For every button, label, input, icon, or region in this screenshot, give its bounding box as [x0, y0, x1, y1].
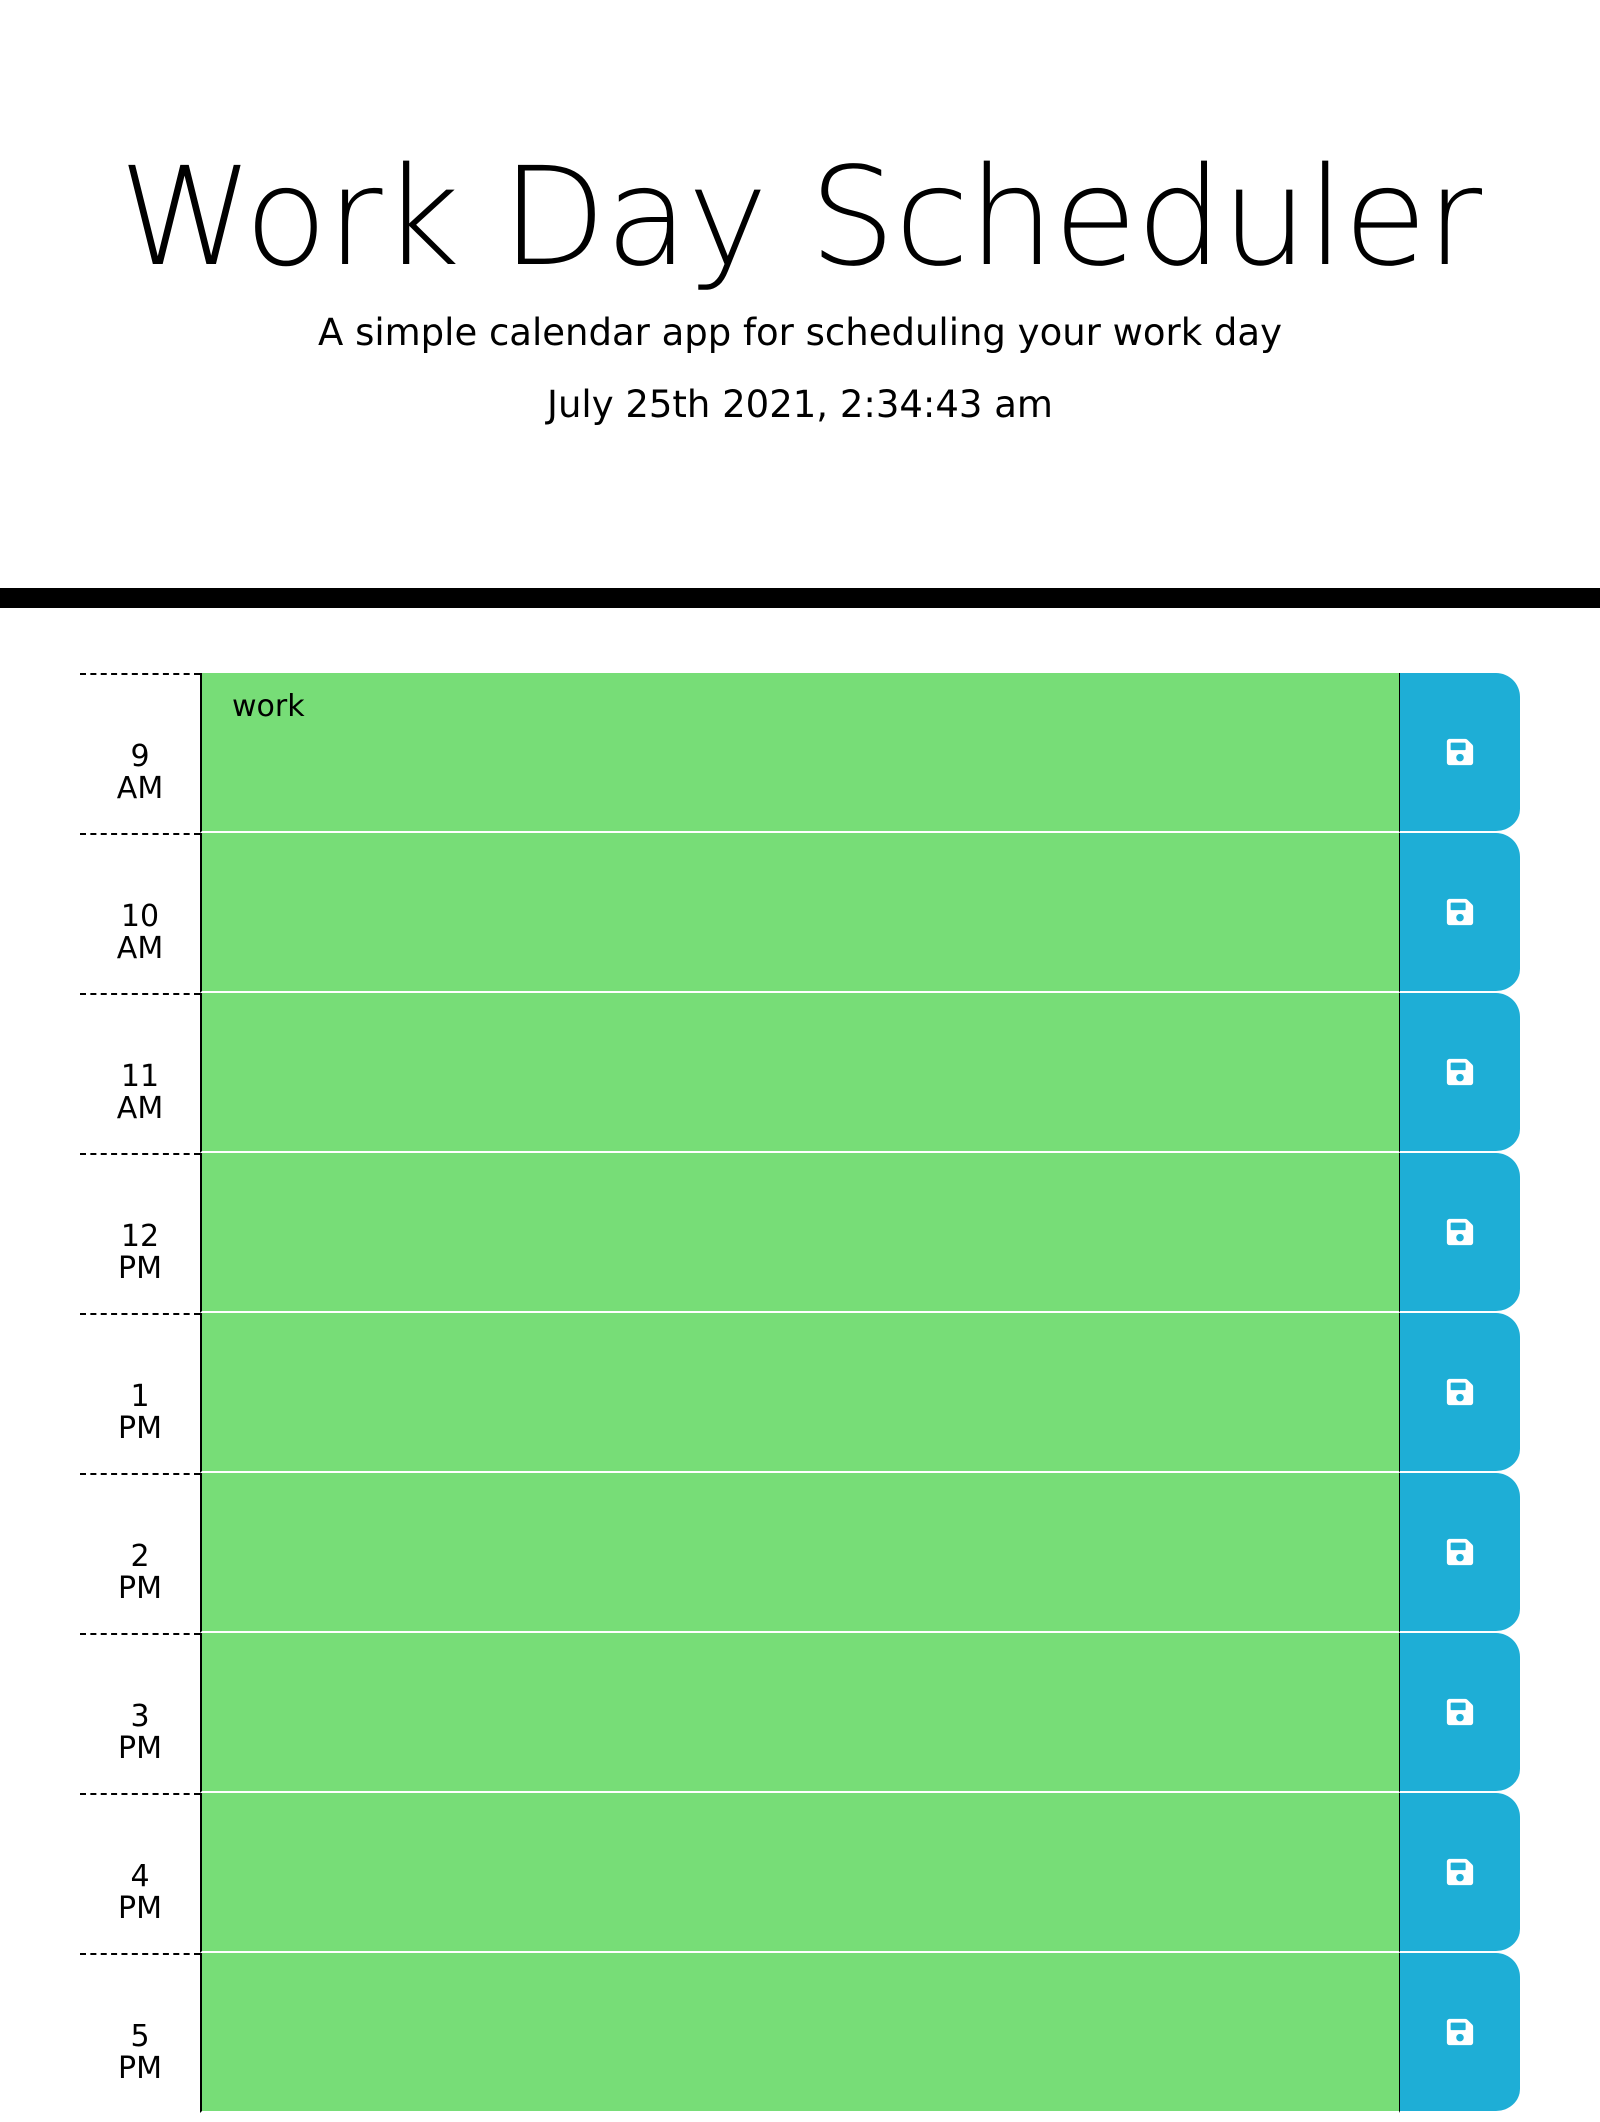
save-icon — [1446, 1538, 1474, 1566]
hour-period: PM — [118, 1411, 162, 1446]
time-block-11-am: 11 AM — [0, 993, 1600, 1153]
schedule-container: 9 AM work 10 AM 11 AM 12 PM 1 PM 2 PM 3 … — [0, 673, 1600, 2113]
time-block-5-pm: 5 PM — [0, 1953, 1600, 2113]
hour-label: 12 PM — [80, 1153, 200, 1313]
description-input[interactable] — [200, 1633, 1400, 1793]
hour-label: 5 PM — [80, 1953, 200, 2113]
hour-label: 2 PM — [80, 1473, 200, 1633]
hour-label: 9 AM — [80, 673, 200, 833]
hour-number: 5 — [130, 2019, 150, 2054]
hour-period: PM — [118, 1251, 162, 1286]
time-block-12-pm: 12 PM — [0, 1153, 1600, 1313]
time-block-10-am: 10 AM — [0, 833, 1600, 993]
save-button[interactable] — [1400, 1953, 1520, 2113]
time-block-4-pm: 4 PM — [0, 1793, 1600, 1953]
save-button[interactable] — [1400, 1793, 1520, 1953]
hour-period: AM — [116, 771, 164, 806]
description-input[interactable] — [200, 1153, 1400, 1313]
hour-number: 1 — [130, 1379, 150, 1414]
save-icon — [1446, 1058, 1474, 1086]
hour-number: 4 — [130, 1859, 150, 1894]
save-button[interactable] — [1400, 1473, 1520, 1633]
time-block-1-pm: 1 PM — [0, 1313, 1600, 1473]
hour-period: AM — [116, 1091, 164, 1126]
save-icon — [1446, 2018, 1474, 2046]
save-icon — [1446, 1218, 1474, 1246]
page-subtitle: A simple calendar app for scheduling you… — [318, 311, 1282, 354]
save-button[interactable] — [1400, 673, 1520, 833]
hour-label: 1 PM — [80, 1313, 200, 1473]
hour-period: AM — [116, 931, 164, 966]
hour-label: 11 AM — [80, 993, 200, 1153]
save-icon — [1446, 738, 1474, 766]
save-icon — [1446, 1858, 1474, 1886]
hour-number: 12 — [120, 1219, 160, 1254]
page-title: Work Day Scheduler — [118, 139, 1482, 297]
hour-period: PM — [118, 1571, 162, 1606]
hour-period: PM — [118, 2051, 162, 2086]
save-button[interactable] — [1400, 993, 1520, 1153]
description-input[interactable] — [200, 1953, 1400, 2113]
header: Work Day Scheduler A simple calendar app… — [0, 0, 1600, 608]
hour-period: PM — [118, 1731, 162, 1766]
hour-number: 9 — [130, 739, 150, 774]
time-block-9-am: 9 AM work — [0, 673, 1600, 833]
description-input[interactable] — [200, 1473, 1400, 1633]
description-input[interactable]: work — [200, 673, 1400, 833]
description-input[interactable] — [200, 833, 1400, 993]
hour-label: 4 PM — [80, 1793, 200, 1953]
save-icon — [1446, 898, 1474, 926]
description-input[interactable] — [200, 1793, 1400, 1953]
save-icon — [1446, 1378, 1474, 1406]
save-button[interactable] — [1400, 1633, 1520, 1793]
time-block-2-pm: 2 PM — [0, 1473, 1600, 1633]
description-input[interactable] — [200, 1313, 1400, 1473]
hour-number: 11 — [120, 1059, 160, 1094]
time-block-3-pm: 3 PM — [0, 1633, 1600, 1793]
save-button[interactable] — [1400, 833, 1520, 993]
save-button[interactable] — [1400, 1313, 1520, 1473]
hour-period: PM — [118, 1891, 162, 1926]
save-icon — [1446, 1698, 1474, 1726]
hour-number: 2 — [130, 1539, 150, 1574]
hour-label: 3 PM — [80, 1633, 200, 1793]
hour-number: 10 — [120, 899, 160, 934]
save-button[interactable] — [1400, 1153, 1520, 1313]
hour-label: 10 AM — [80, 833, 200, 993]
hour-number: 3 — [130, 1699, 150, 1734]
header-divider — [0, 588, 1600, 608]
current-day: July 25th 2021, 2:34:43 am — [547, 383, 1053, 426]
description-input[interactable] — [200, 993, 1400, 1153]
